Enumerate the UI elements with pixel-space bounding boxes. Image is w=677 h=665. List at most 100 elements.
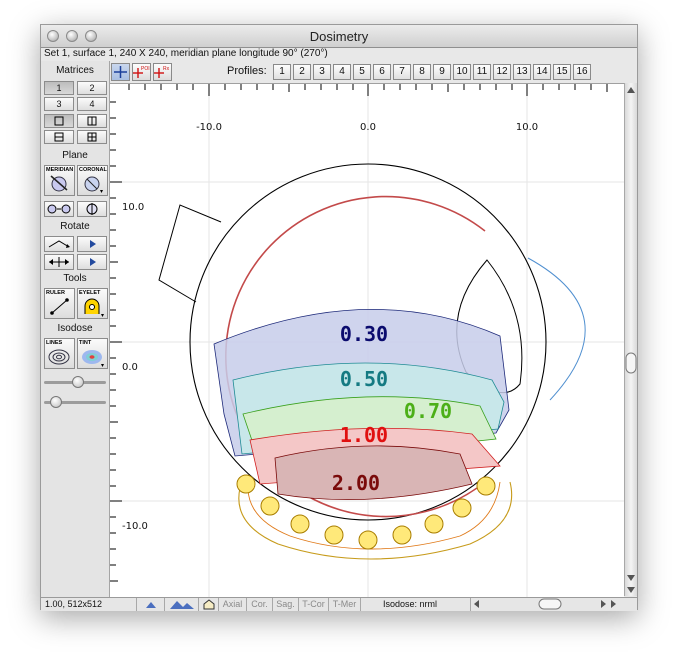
coords-readout: 1.00, 512x512 <box>41 598 137 611</box>
scroll-right-arrow-icon[interactable] <box>601 600 606 608</box>
plane-label: Plane <box>62 150 88 161</box>
single-pane-icon <box>54 116 64 126</box>
zoom-small-button[interactable] <box>137 598 165 611</box>
split-view-button[interactable] <box>77 201 107 217</box>
zoom-large-button[interactable] <box>165 598 199 611</box>
profile-button[interactable]: 2 <box>293 64 311 80</box>
horizontal-scrollbar-graphics <box>474 598 616 610</box>
eyelet-button[interactable]: EYELET <box>77 288 108 319</box>
isodose-slider-1[interactable] <box>44 376 106 388</box>
eyelet-label: EYELET <box>79 290 101 296</box>
profile-button[interactable]: 7 <box>393 64 411 80</box>
view-coronal-button[interactable]: Cor. <box>247 598 273 611</box>
matrix-1-button[interactable]: 1 <box>44 81 74 95</box>
view-axial-button[interactable]: Axial <box>219 598 247 611</box>
y-axis-ticks <box>110 101 122 582</box>
tools-label: Tools <box>63 273 87 284</box>
crosshair-tool-button[interactable] <box>111 63 130 81</box>
matrix-4-button[interactable]: 4 <box>77 97 107 111</box>
coronal-button[interactable]: CORONAL <box>77 165 108 196</box>
rotate-label: Rotate <box>60 221 90 232</box>
info-line: Set 1, surface 1, 240 X 240, meridian pl… <box>44 48 328 59</box>
x-tick-label-0: 0.0 <box>360 122 376 133</box>
lines-button[interactable]: LINES <box>44 338 75 369</box>
rotate-right-button[interactable] <box>77 236 107 252</box>
isodose-label-100: 1.00 <box>340 423 388 447</box>
isodose-mode-popup[interactable]: Isodose: nrml <box>361 598 471 611</box>
profile-button[interactable]: 3 <box>313 64 331 80</box>
seed <box>324 525 344 545</box>
profile-button[interactable]: 8 <box>413 64 431 80</box>
flip-horizontal-button[interactable] <box>44 201 74 217</box>
dose-plot-area[interactable]: -10.0 0.0 10.0 10.0 0.0 -10.0 0.30 0.50 … <box>110 83 624 597</box>
rotate-view-button[interactable] <box>44 236 74 252</box>
tint-button[interactable]: TINT <box>77 338 108 369</box>
meridian-button[interactable]: MERIDIAN <box>44 165 75 196</box>
dosimetry-window: Dosimetry Set 1, surface 1, 240 X 240, m… <box>40 24 638 611</box>
scroll-down-arrow-icon[interactable] <box>627 587 635 593</box>
h-scroll-thumb[interactable] <box>538 598 562 610</box>
vertical-scrollbar[interactable] <box>624 83 637 596</box>
slider-knob[interactable] <box>71 376 84 388</box>
cornea-outline <box>527 257 586 401</box>
layout-vsplit-button[interactable] <box>77 114 107 128</box>
view-tmer-button[interactable]: T-Mer <box>329 598 361 611</box>
profile-button[interactable]: 13 <box>513 64 531 80</box>
profile-button[interactable]: 12 <box>493 64 511 80</box>
play-right-icon <box>90 258 96 266</box>
title-bar[interactable]: Dosimetry <box>41 25 637 48</box>
coronal-label: CORONAL <box>79 167 107 173</box>
layout-hsplit-button[interactable] <box>44 130 74 144</box>
vertical-split-icon <box>87 116 97 126</box>
layout-single-button[interactable] <box>44 114 74 128</box>
rx-tool-button[interactable]: Rx <box>153 63 172 81</box>
layout-quad-button[interactable] <box>77 130 107 144</box>
x-tick-label-neg10: -10.0 <box>196 122 222 133</box>
point-poi-icon: POI <box>133 66 150 78</box>
mountain-large-icon <box>169 601 194 609</box>
mirror-button[interactable] <box>44 254 74 270</box>
isodose-slider-2[interactable] <box>44 396 106 408</box>
split-eye-icon <box>86 203 98 215</box>
poi-tool-button[interactable]: POI <box>132 63 151 81</box>
slider-knob[interactable] <box>50 396 62 408</box>
scroll-right-arrow-icon[interactable] <box>611 600 616 608</box>
seed <box>236 474 256 494</box>
profile-button[interactable]: 16 <box>573 64 591 80</box>
profile-button[interactable]: 9 <box>433 64 451 80</box>
dose-distribution-plot: -10.0 0.0 10.0 10.0 0.0 -10.0 0.30 0.50 … <box>110 84 624 597</box>
matrix-2-button[interactable]: 2 <box>77 81 107 95</box>
profile-button[interactable]: 11 <box>473 64 491 80</box>
optic-nerve-outline <box>158 204 222 303</box>
view-sagittal-button[interactable]: Sag. <box>273 598 299 611</box>
step-right-button[interactable] <box>77 254 107 270</box>
scroll-up-arrow-icon[interactable] <box>627 87 635 93</box>
seed <box>452 498 472 518</box>
profile-button[interactable]: 4 <box>333 64 351 80</box>
y-tick-label-neg10: -10.0 <box>122 521 148 532</box>
profile-button[interactable]: 1 <box>273 64 291 80</box>
rotate-icon <box>48 240 70 248</box>
scroll-left-arrow-icon[interactable] <box>474 600 479 608</box>
view-tcor-button[interactable]: T-Cor <box>299 598 329 611</box>
seed <box>358 530 378 550</box>
seed <box>392 525 412 545</box>
left-tool-panel: Matrices 1 2 3 4 Plane MERIDIAN CORONAL <box>41 61 110 597</box>
profile-button[interactable]: 6 <box>373 64 391 80</box>
seed <box>260 496 280 516</box>
profile-button[interactable]: 5 <box>353 64 371 80</box>
horizontal-split-icon <box>54 132 64 142</box>
profile-button[interactable]: 14 <box>533 64 551 80</box>
poi-text: POI <box>141 66 150 72</box>
horizontal-scrollbar[interactable] <box>471 598 621 611</box>
ruler-button[interactable]: RULER <box>44 288 75 319</box>
matrix-3-button[interactable]: 3 <box>44 97 74 111</box>
profile-button[interactable]: 15 <box>553 64 571 80</box>
home-button[interactable] <box>199 598 219 611</box>
seed <box>476 476 496 496</box>
flip-eye-icon <box>47 204 71 214</box>
scroll-down-arrow-icon[interactable] <box>627 575 635 581</box>
quad-split-icon <box>87 132 97 142</box>
scroll-thumb[interactable] <box>625 352 637 374</box>
profile-button[interactable]: 10 <box>453 64 471 80</box>
